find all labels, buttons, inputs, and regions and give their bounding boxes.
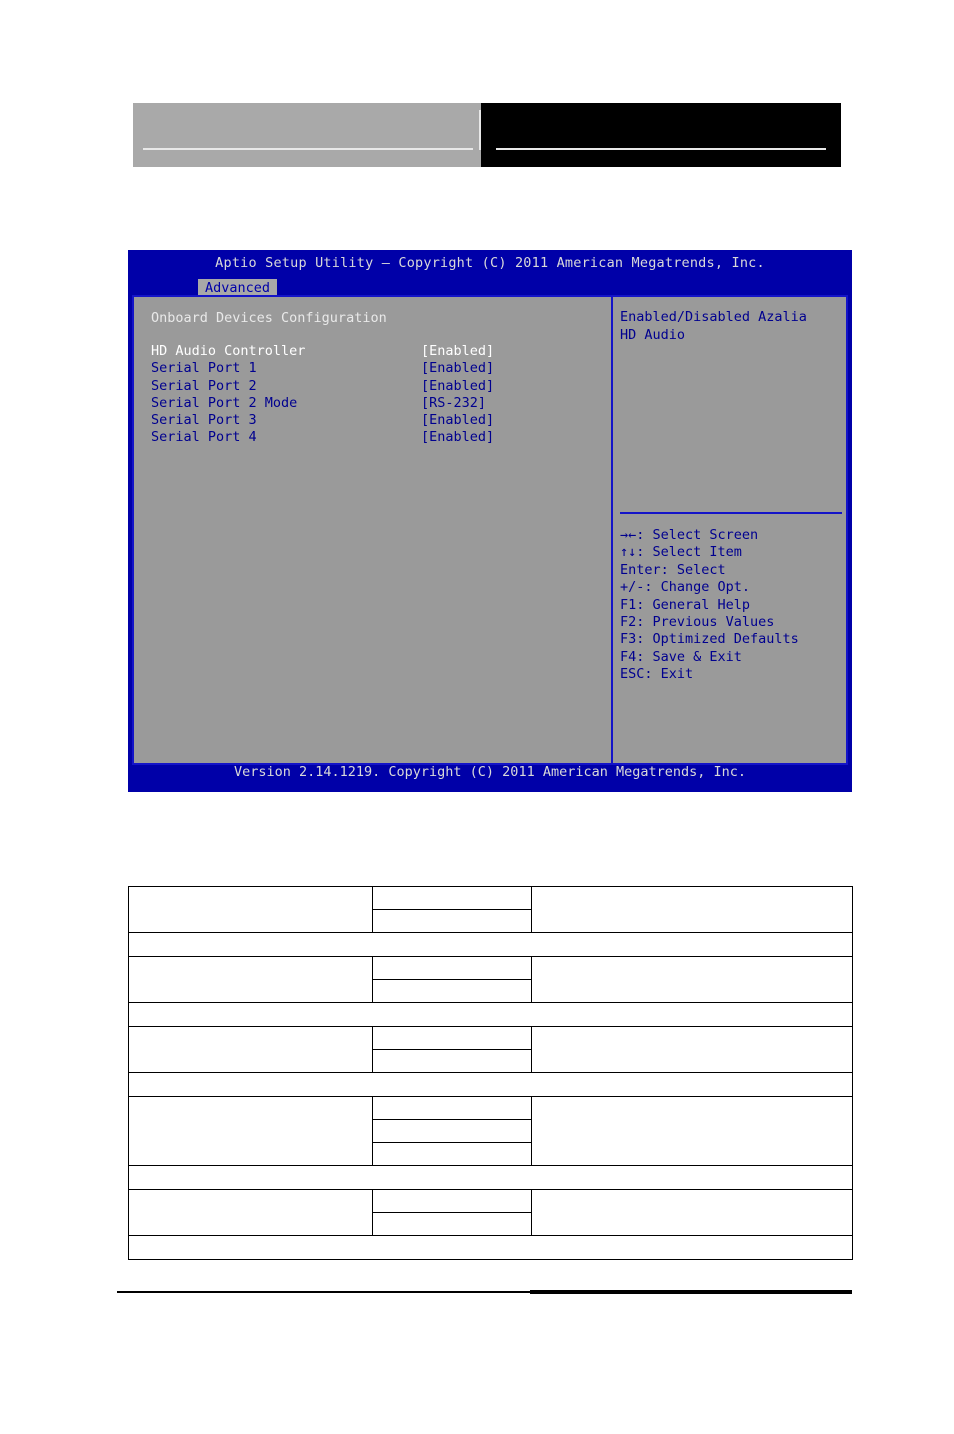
table-row	[128, 1026, 853, 1073]
setting-value[interactable]: [Enabled]	[421, 429, 494, 446]
table-cell-description	[531, 1189, 853, 1236]
table-cell-option	[372, 1096, 532, 1120]
setting-row-hd-audio-controller[interactable]: HD Audio Controller [Enabled]	[151, 343, 611, 360]
nav-key-change-opt: +/-: Change Opt.	[620, 579, 751, 596]
setting-label: Serial Port 2 Mode	[151, 394, 298, 411]
setting-label: Serial Port 4	[151, 429, 257, 446]
table-cell-spacer	[128, 1165, 853, 1190]
table-row	[128, 1189, 853, 1236]
header-right-rule	[496, 148, 826, 150]
table-cell-option	[372, 1026, 532, 1050]
setting-row-serial-port-2-mode[interactable]: Serial Port 2 Mode [RS-232]	[151, 395, 611, 412]
table-row	[128, 886, 853, 933]
table-cell-spacer	[128, 932, 853, 957]
bios-settings-pane: Onboard Devices Configuration HD Audio C…	[134, 297, 613, 763]
footer-rule-thick	[530, 1290, 852, 1294]
table-cell-feature	[128, 886, 373, 933]
table-cell-option	[372, 956, 532, 980]
table-cell-spacer	[128, 1235, 853, 1260]
nav-key-select-item: ↑↓: Select Item	[620, 544, 742, 561]
nav-key-enter-select: Enter: Select	[620, 561, 726, 578]
table-cell-description	[531, 1096, 853, 1166]
header-left-rule	[143, 148, 473, 150]
table-spacer-row	[128, 1235, 853, 1260]
nav-key-general-help: F1: General Help	[620, 596, 751, 613]
table-cell-feature	[128, 1096, 373, 1166]
header-block-left	[133, 103, 481, 167]
table-spacer-row	[128, 1072, 853, 1097]
setting-label: HD Audio Controller	[151, 343, 306, 359]
bios-tab-bar: Advanced	[128, 277, 852, 297]
table-cell-feature	[128, 1026, 373, 1073]
setting-row-serial-port-2[interactable]: Serial Port 2 [Enabled]	[151, 378, 611, 395]
table-cell-description	[531, 1026, 853, 1073]
bios-version-bar: Version 2.14.1219. Copyright (C) 2011 Am…	[233, 764, 747, 780]
table-cell-option	[372, 1142, 532, 1166]
setting-row-serial-port-1[interactable]: Serial Port 1 [Enabled]	[151, 360, 611, 377]
help-text: Enabled/Disabled Azalia HD Audio	[620, 309, 807, 343]
table-cell-spacer	[128, 1072, 853, 1097]
header-block-right	[481, 103, 841, 167]
setting-label: Serial Port 1	[151, 360, 257, 377]
table-cell-option	[372, 1189, 532, 1213]
table-spacer-row	[128, 1165, 853, 1190]
table-cell-feature	[128, 1189, 373, 1236]
table-row	[128, 1096, 853, 1166]
nav-key-previous-values: F2: Previous Values	[620, 614, 775, 631]
setting-value[interactable]: [Enabled]	[421, 412, 494, 429]
nav-key-optimized-defaults: F3: Optimized Defaults	[620, 631, 799, 648]
bios-title: Aptio Setup Utility – Copyright (C) 2011…	[215, 255, 765, 271]
setting-row-serial-port-4[interactable]: Serial Port 4 [Enabled]	[151, 429, 611, 446]
spec-table	[128, 886, 853, 1260]
table-cell-option	[372, 979, 532, 1003]
table-cell-description	[531, 886, 853, 933]
table-spacer-row	[128, 1002, 853, 1027]
setting-label: Serial Port 3	[151, 412, 257, 429]
table-cell-option	[372, 1212, 532, 1236]
bios-body: Onboard Devices Configuration HD Audio C…	[132, 295, 848, 765]
table-cell-option	[372, 1119, 532, 1143]
document-header	[133, 103, 841, 167]
table-row	[128, 956, 853, 1003]
nav-keys-legend: →←: Select Screen ↑↓: Select Item Enter:…	[620, 527, 799, 684]
setting-value[interactable]: [Enabled]	[421, 360, 494, 377]
panel-heading: Onboard Devices Configuration	[151, 310, 387, 326]
table-cell-option	[372, 909, 532, 933]
setting-label: Serial Port 2	[151, 377, 257, 394]
setting-value[interactable]: [Enabled]	[421, 378, 494, 395]
setting-value[interactable]: [Enabled]	[421, 343, 494, 360]
bios-help-pane: Enabled/Disabled Azalia HD Audio →←: Sel…	[613, 297, 846, 763]
table-cell-description	[531, 956, 853, 1003]
setting-value[interactable]: [RS-232]	[421, 395, 486, 412]
table-cell-feature	[128, 956, 373, 1003]
table-cell-option	[372, 886, 532, 910]
nav-key-save-exit: F4: Save & Exit	[620, 648, 742, 665]
nav-key-esc-exit: ESC: Exit	[620, 666, 694, 683]
table-cell-option	[372, 1049, 532, 1073]
help-divider	[620, 512, 842, 514]
table-spacer-row	[128, 932, 853, 957]
nav-key-select-screen: →←: Select Screen	[620, 527, 759, 543]
table-cell-spacer	[128, 1002, 853, 1027]
bios-setup-screen: Aptio Setup Utility – Copyright (C) 2011…	[128, 250, 852, 792]
setting-row-serial-port-3[interactable]: Serial Port 3 [Enabled]	[151, 412, 611, 429]
